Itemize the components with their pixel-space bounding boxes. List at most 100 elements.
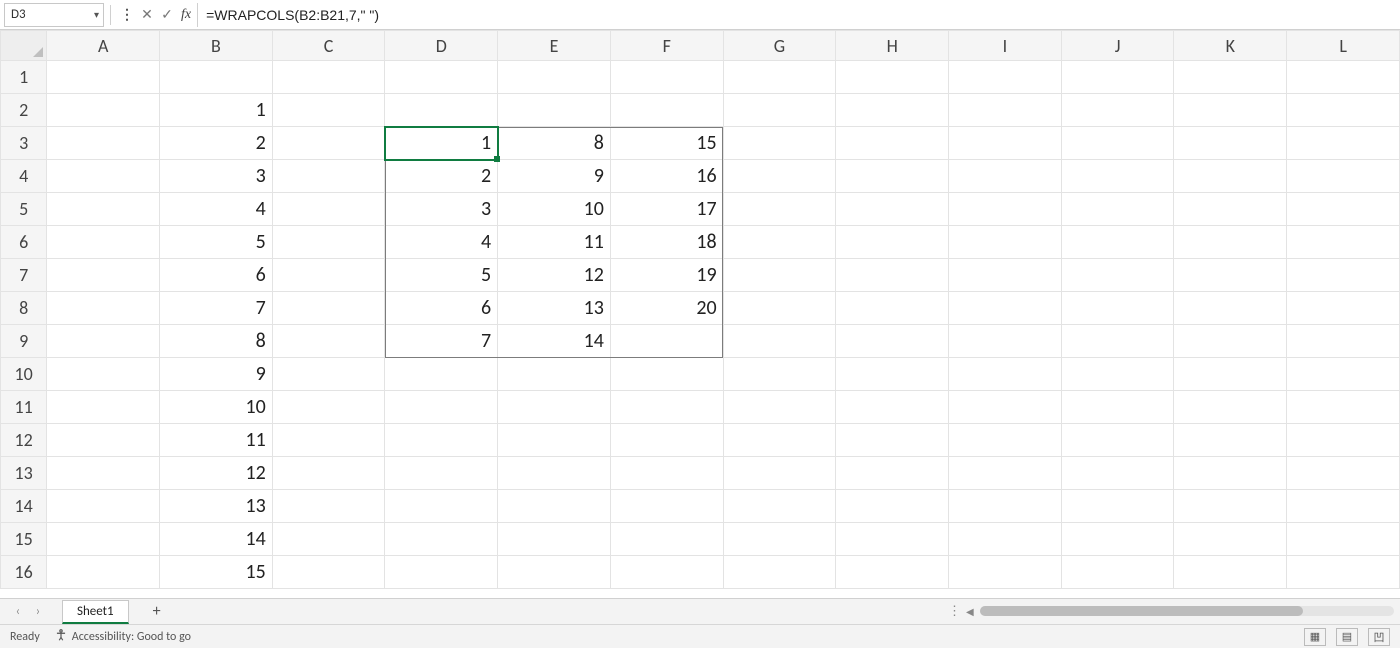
row-header[interactable]: 8 <box>1 292 47 325</box>
cell[interactable] <box>723 226 836 259</box>
cell[interactable] <box>1174 226 1287 259</box>
cell[interactable] <box>272 556 385 589</box>
cell[interactable] <box>610 358 723 391</box>
cell[interactable] <box>385 523 498 556</box>
more-options-icon[interactable]: ⋮ <box>117 5 137 25</box>
row-header[interactable]: 14 <box>1 490 47 523</box>
cell[interactable]: 9 <box>498 160 611 193</box>
cell[interactable]: 13 <box>498 292 611 325</box>
column-header[interactable]: J <box>1061 31 1174 61</box>
cell[interactable] <box>1174 292 1287 325</box>
view-normal-icon[interactable]: ▦ <box>1304 628 1326 646</box>
name-box[interactable]: D3 ▾ <box>4 3 104 27</box>
cell[interactable] <box>1174 259 1287 292</box>
row-header[interactable]: 12 <box>1 424 47 457</box>
cell[interactable] <box>836 556 949 589</box>
cell[interactable] <box>949 127 1062 160</box>
cell[interactable]: 7 <box>385 325 498 358</box>
tab-strip-scroll-left-icon[interactable]: ◀ <box>966 605 974 618</box>
tab-strip-more-icon[interactable]: ⋮ <box>948 604 961 619</box>
cell[interactable] <box>272 325 385 358</box>
cell[interactable] <box>498 457 611 490</box>
cell[interactable] <box>723 94 836 127</box>
cell[interactable] <box>47 226 160 259</box>
worksheet-grid[interactable]: ABCDEFGHIJKL1213218154329165431017654111… <box>0 30 1400 598</box>
tab-nav-prev-icon[interactable]: ‹ <box>8 602 28 622</box>
cell[interactable] <box>498 556 611 589</box>
row-header[interactable]: 11 <box>1 391 47 424</box>
cell[interactable] <box>47 259 160 292</box>
row-header[interactable]: 15 <box>1 523 47 556</box>
cell[interactable] <box>836 61 949 94</box>
cell[interactable] <box>836 160 949 193</box>
column-header[interactable]: I <box>949 31 1062 61</box>
cell[interactable] <box>723 523 836 556</box>
cell[interactable] <box>949 556 1062 589</box>
cell[interactable] <box>723 160 836 193</box>
cell[interactable] <box>836 325 949 358</box>
cell[interactable] <box>272 490 385 523</box>
cell[interactable] <box>836 226 949 259</box>
cell[interactable] <box>272 457 385 490</box>
cell[interactable]: 4 <box>160 193 273 226</box>
cell[interactable] <box>1287 391 1400 424</box>
cell[interactable] <box>949 94 1062 127</box>
row-header[interactable]: 4 <box>1 160 47 193</box>
cell[interactable] <box>610 391 723 424</box>
cell[interactable]: 17 <box>610 193 723 226</box>
cell[interactable] <box>949 457 1062 490</box>
row-header[interactable]: 7 <box>1 259 47 292</box>
cell[interactable] <box>949 193 1062 226</box>
cell[interactable] <box>385 490 498 523</box>
cell[interactable]: 14 <box>160 523 273 556</box>
cell[interactable] <box>1287 61 1400 94</box>
cell[interactable]: 20 <box>610 292 723 325</box>
cell[interactable]: 15 <box>160 556 273 589</box>
cancel-icon[interactable]: ✕ <box>137 5 157 25</box>
cell[interactable] <box>1061 226 1174 259</box>
cell[interactable] <box>1174 94 1287 127</box>
cell[interactable] <box>272 127 385 160</box>
cell[interactable]: 10 <box>498 193 611 226</box>
cell[interactable] <box>836 523 949 556</box>
fx-icon[interactable]: fx <box>181 7 191 23</box>
cell[interactable] <box>949 61 1062 94</box>
cell[interactable] <box>723 358 836 391</box>
cell[interactable] <box>272 193 385 226</box>
cell[interactable] <box>1061 160 1174 193</box>
cell[interactable] <box>1061 325 1174 358</box>
cell[interactable] <box>723 424 836 457</box>
cell[interactable] <box>610 556 723 589</box>
cell[interactable] <box>47 127 160 160</box>
enter-icon[interactable]: ✓ <box>157 5 177 25</box>
cell[interactable] <box>385 457 498 490</box>
cell[interactable] <box>498 490 611 523</box>
cell[interactable] <box>1061 523 1174 556</box>
cell[interactable] <box>272 226 385 259</box>
cell[interactable] <box>1061 127 1174 160</box>
cell[interactable]: 12 <box>160 457 273 490</box>
column-header[interactable]: G <box>723 31 836 61</box>
cell[interactable] <box>836 193 949 226</box>
cell[interactable] <box>1287 556 1400 589</box>
cell[interactable] <box>498 523 611 556</box>
view-page-layout-icon[interactable]: ▤ <box>1336 628 1358 646</box>
cell[interactable] <box>1174 490 1287 523</box>
cell[interactable] <box>47 391 160 424</box>
cell[interactable] <box>498 391 611 424</box>
cell[interactable] <box>610 325 723 358</box>
cell[interactable]: 16 <box>610 160 723 193</box>
column-header[interactable]: F <box>610 31 723 61</box>
column-header[interactable]: C <box>272 31 385 61</box>
cell[interactable] <box>1287 160 1400 193</box>
cell[interactable] <box>836 490 949 523</box>
cell[interactable] <box>836 292 949 325</box>
cell[interactable] <box>723 259 836 292</box>
cell[interactable] <box>836 424 949 457</box>
cell[interactable]: 7 <box>160 292 273 325</box>
cell[interactable] <box>723 391 836 424</box>
cell[interactable] <box>1061 556 1174 589</box>
row-header[interactable]: 9 <box>1 325 47 358</box>
cell[interactable] <box>949 292 1062 325</box>
cell[interactable] <box>272 61 385 94</box>
